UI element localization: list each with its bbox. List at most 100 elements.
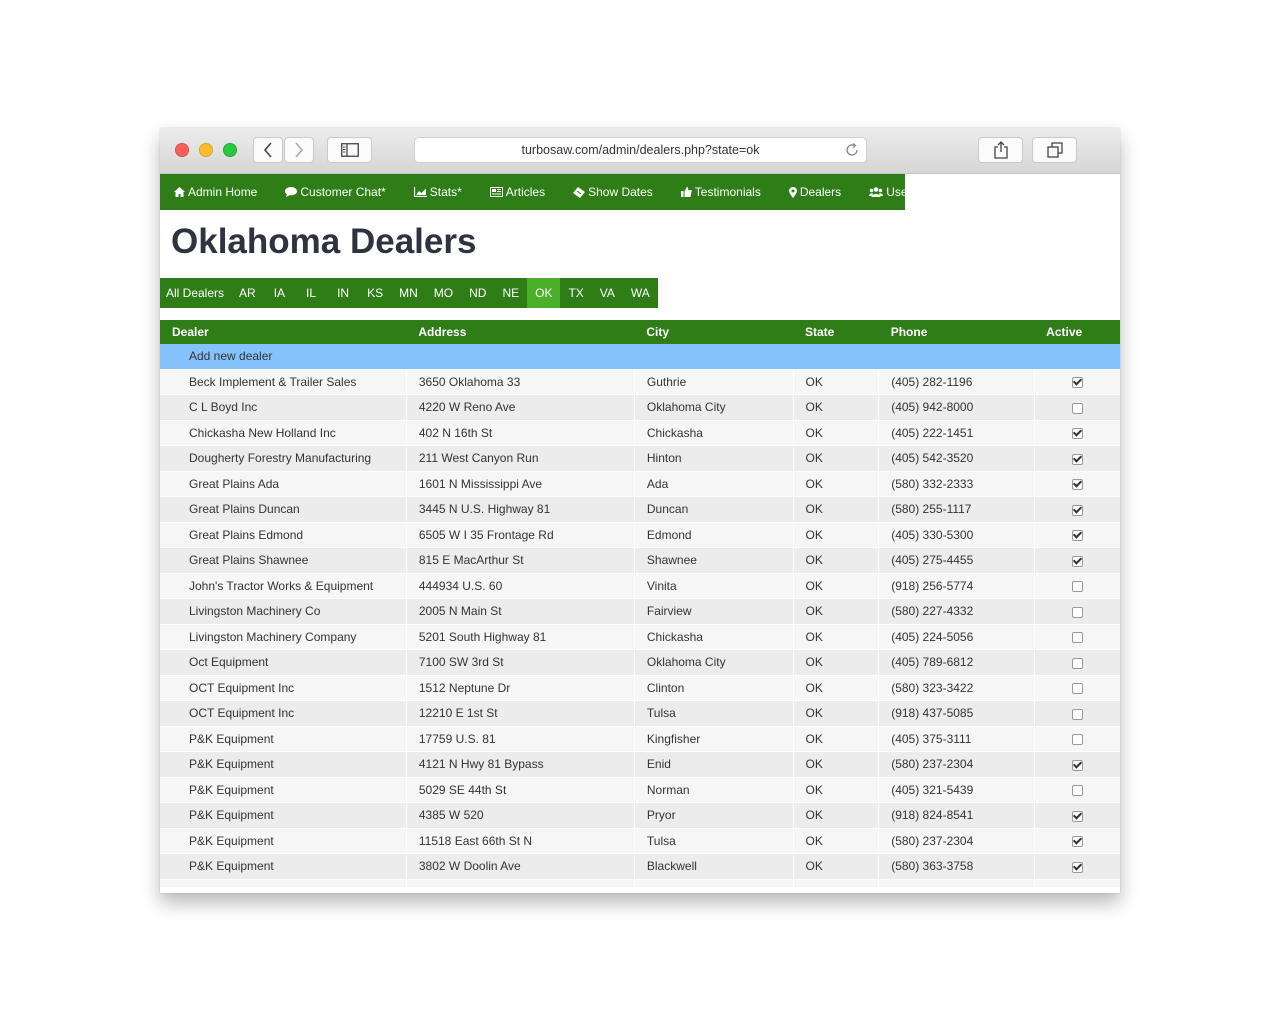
active-checkbox[interactable] [1071, 734, 1083, 746]
dealer-name[interactable]: P&K Equipment [160, 776, 407, 803]
active-checkbox[interactable] [1071, 504, 1083, 516]
dealer-name[interactable]: P&K Equipment [160, 802, 407, 828]
active-checkbox[interactable] [1071, 377, 1083, 389]
dealer-name[interactable]: John's Tractor Works & Equipment [160, 572, 407, 599]
state-tab-ne[interactable]: NE [494, 278, 527, 308]
dealer-name[interactable]: Dougherty Forestry Manufacturing [160, 445, 407, 471]
state-tab-va[interactable]: VA [592, 278, 623, 308]
column-header-city[interactable]: City [634, 320, 793, 344]
share-button[interactable] [978, 137, 1023, 163]
table-row[interactable]: P&K Equipment 4385 W 520 Pryor OK (918) 824-… [160, 802, 1120, 828]
active-checkbox[interactable] [1071, 683, 1083, 695]
minimize-window-button[interactable] [199, 143, 213, 157]
dealer-name[interactable]: P&K Equipment [160, 853, 407, 879]
state-tab-all[interactable]: All Dealers [160, 278, 231, 308]
nav-articles[interactable]: Articles [489, 185, 545, 199]
active-checkbox[interactable] [1071, 428, 1083, 440]
state-tab-ar[interactable]: AR [231, 278, 264, 308]
forward-button[interactable] [284, 137, 314, 163]
state-tab-in[interactable]: IN [327, 278, 359, 308]
nav-admin-home[interactable]: Admin Home [174, 185, 257, 199]
table-row[interactable]: Great Plains Ada 1601 N Mississippi Ave Ad… [160, 470, 1120, 497]
back-button[interactable] [253, 137, 283, 163]
table-row[interactable]: OCT Equipment Inc 12210 E 1st St Tulsa OK (9… [160, 700, 1120, 726]
add-new-dealer-link[interactable]: Add new dealer [160, 344, 1120, 369]
nav-stats[interactable]: Stats* [413, 185, 462, 199]
dealer-name[interactable]: Great Plains Ada [160, 470, 407, 497]
address-bar[interactable]: turbosaw.com/admin/dealers.php?state=ok [414, 137, 867, 163]
state-tab-ks[interactable]: KS [359, 278, 391, 308]
table-row[interactable]: Great Plains Duncan 3445 N U.S. Highway 8… [160, 496, 1120, 522]
active-checkbox[interactable] [1071, 708, 1083, 720]
active-checkbox[interactable] [1071, 810, 1083, 822]
active-checkbox[interactable] [1071, 606, 1083, 618]
dealer-name[interactable]: C L Boyd Inc [160, 394, 407, 420]
nav-dealers[interactable]: Dealers [788, 185, 841, 199]
dealer-name[interactable]: Great Plains Shawnee [160, 547, 407, 573]
dealer-name[interactable]: Livingston Machinery Co [160, 598, 407, 624]
table-row[interactable]: OCT Equipment Inc 1512 Neptune Dr Clinton O… [160, 674, 1120, 701]
dealer-name[interactable]: Great Plains Edmond [160, 521, 407, 548]
active-checkbox[interactable] [1071, 581, 1083, 593]
state-tab-ok[interactable]: OK [527, 278, 561, 308]
state-tab-tx[interactable]: TX [560, 278, 591, 308]
dealer-name[interactable]: Chickasha New Holland Inc [160, 419, 407, 446]
column-header-dealer[interactable]: Dealer [160, 320, 407, 344]
table-row[interactable]: Livingston Machinery Company 5201 South H… [160, 623, 1120, 650]
nav-testimonials[interactable]: Testimonials [680, 185, 761, 199]
table-row[interactable]: Beck Implement & Trailer Sales 3650 Oklah… [160, 368, 1120, 395]
zoom-window-button[interactable] [223, 143, 237, 157]
table-row[interactable]: P&K Equipment 3802 W Doolin Ave Blackwell O… [160, 853, 1120, 879]
active-checkbox[interactable] [1071, 861, 1083, 873]
state-tab-nd[interactable]: ND [461, 278, 494, 308]
active-checkbox[interactable] [1071, 632, 1083, 644]
state-tab-mo[interactable]: MO [426, 278, 461, 308]
dealer-name[interactable]: Great Plains Duncan [160, 496, 407, 522]
nav-users[interactable]: Users [869, 185, 918, 199]
nav-show-dates[interactable]: Show Dates [573, 185, 653, 199]
table-row[interactable]: Great Plains Edmond 6505 W I 35 Frontage … [160, 521, 1120, 548]
state-tab-il[interactable]: IL [295, 278, 327, 308]
column-header-phone[interactable]: Phone [878, 320, 1035, 344]
state-tab-wa[interactable]: WA [623, 278, 658, 308]
add-dealer-row[interactable]: Add new dealer [160, 344, 1120, 369]
dealer-name[interactable]: OCT Equipment Inc [160, 674, 407, 701]
dealer-name[interactable]: Oct Equipment [160, 649, 407, 675]
sidebar-toggle-button[interactable] [327, 137, 372, 163]
reload-icon[interactable] [844, 142, 860, 161]
active-checkbox[interactable] [1071, 555, 1083, 567]
state-tab-ia[interactable]: IA [264, 278, 295, 308]
active-checkbox[interactable] [1071, 402, 1083, 414]
dealer-name[interactable]: Beck Implement & Trailer Sales [160, 368, 407, 395]
active-checkbox[interactable] [1071, 479, 1083, 491]
table-row[interactable]: Dougherty Forestry Manufacturing 211 West… [160, 445, 1120, 471]
nav-customer-chat[interactable]: Customer Chat* [285, 185, 386, 199]
active-checkbox[interactable] [1071, 836, 1083, 848]
table-row[interactable]: Chickasha New Holland Inc 402 N 16th St Ch… [160, 419, 1120, 446]
dealer-name[interactable]: P&K Equipment [160, 751, 407, 777]
table-row[interactable]: Livingston Machinery Co 2005 N Main St Fai… [160, 598, 1120, 624]
column-header-address[interactable]: Address [406, 320, 635, 344]
table-row[interactable]: C L Boyd Inc 4220 W Reno Ave Oklahoma City… [160, 394, 1120, 420]
active-checkbox[interactable] [1071, 530, 1083, 542]
state-tab-mn[interactable]: MN [391, 278, 426, 308]
tabs-overview-button[interactable] [1032, 137, 1077, 163]
active-checkbox[interactable] [1071, 453, 1083, 465]
active-checkbox[interactable] [1071, 657, 1083, 669]
close-window-button[interactable] [175, 143, 189, 157]
column-header-active[interactable]: Active [1034, 320, 1120, 344]
active-checkbox[interactable] [1071, 785, 1083, 797]
table-row[interactable]: P&K Equipment 11518 East 66th St N Tulsa OK… [160, 827, 1120, 854]
table-row[interactable]: P&K Equipment 17759 U.S. 81 Kingfisher OK (4… [160, 725, 1120, 752]
dealer-name[interactable]: P&K Equipment [160, 725, 407, 752]
table-row[interactable]: P&K Equipment 5029 SE 44th St Norman OK (405… [160, 776, 1120, 803]
dealer-name[interactable]: OCT Equipment Inc [160, 700, 407, 726]
dealer-name[interactable]: Livingston Machinery Company [160, 623, 407, 650]
table-row[interactable]: P&K Equipment 4121 N Hwy 81 Bypass Enid OK(… [160, 751, 1120, 777]
table-row[interactable]: John's Tractor Works & Equipment 444934 U… [160, 572, 1120, 599]
active-checkbox[interactable] [1071, 759, 1083, 771]
table-row[interactable]: Great Plains Shawnee 815 E MacArthur St Sh… [160, 547, 1120, 573]
dealer-name[interactable]: P&K Equipment [160, 827, 407, 854]
column-header-state[interactable]: State [793, 320, 879, 344]
table-row[interactable]: Oct Equipment 7100 SW 3rd St Oklahoma City… [160, 649, 1120, 675]
